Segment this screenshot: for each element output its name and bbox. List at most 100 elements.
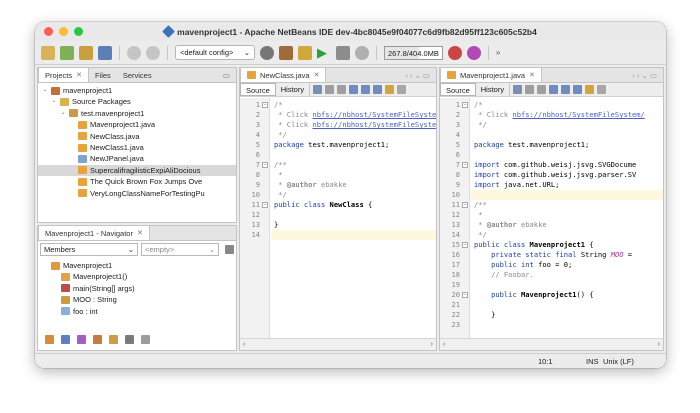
tree-item[interactable]: NewClass1.java: [38, 142, 236, 153]
toggle-highlight-icon[interactable]: [385, 85, 395, 94]
fold-toggle-icon[interactable]: −: [462, 162, 468, 168]
caret-position[interactable]: 10:1: [538, 357, 553, 366]
sort-by-source-icon[interactable]: [141, 335, 150, 344]
tree-item[interactable]: Mavenproject1(): [38, 271, 236, 282]
tree-item[interactable]: SupercalifragilisticExpiAliDocious: [38, 164, 236, 177]
filter-nonpublic-icon[interactable]: [93, 335, 102, 344]
toggle-bookmark-icon[interactable]: [397, 85, 407, 94]
fold-toggle-icon[interactable]: −: [462, 242, 468, 248]
clean-build-icon[interactable]: [298, 45, 312, 60]
debug-icon[interactable]: [336, 45, 350, 60]
close-icon[interactable]: ✕: [314, 71, 320, 79]
close-icon[interactable]: ✕: [76, 71, 82, 79]
fold-toggle-icon[interactable]: −: [262, 102, 268, 108]
run-icon[interactable]: ▶: [317, 46, 331, 60]
minimize-window-button[interactable]: [59, 27, 68, 36]
close-icon[interactable]: ✕: [529, 71, 535, 79]
chevron-down-icon[interactable]: ⌄: [60, 108, 66, 119]
panel-minimize-icon[interactable]: ▭: [217, 68, 236, 82]
source-mode-button[interactable]: Source: [440, 83, 476, 96]
tree-item[interactable]: main(String[] args): [38, 283, 236, 294]
editor-nav-arrows-icon[interactable]: ‹ › ⌄ ▭: [626, 68, 663, 82]
zoom-window-button[interactable]: [74, 27, 83, 36]
new-file-icon[interactable]: [60, 45, 74, 60]
horizontal-scrollbar[interactable]: ‹ ›: [240, 338, 436, 350]
scroll-left-icon[interactable]: ‹: [243, 341, 245, 348]
forward-icon[interactable]: [537, 85, 547, 94]
build-icon[interactable]: [279, 45, 293, 60]
tab-projects[interactable]: Projects ✕: [38, 68, 89, 82]
scroll-right-icon[interactable]: ›: [658, 341, 660, 348]
empty-select[interactable]: <empty> ⌄: [141, 243, 219, 256]
find-selection-icon[interactable]: [349, 85, 359, 94]
back-icon[interactable]: [525, 85, 535, 94]
line-ending[interactable]: Unix (LF): [603, 357, 634, 366]
tree-item[interactable]: NewJPanel.java: [38, 153, 236, 164]
find-selection-icon[interactable]: [549, 85, 559, 94]
fold-toggle-icon[interactable]: −: [462, 202, 468, 208]
find-next-icon[interactable]: [373, 85, 383, 94]
redo-icon[interactable]: [146, 45, 160, 60]
back-icon[interactable]: [325, 85, 335, 94]
tree-item[interactable]: NewClass.java: [38, 131, 236, 142]
tab-mavenproject1-java[interactable]: Mavenproject1.java ✕: [440, 68, 542, 82]
target-icon[interactable]: [260, 45, 274, 60]
tree-item[interactable]: ⌄ Source Packages: [38, 96, 236, 107]
tab-newclass-java[interactable]: NewClass.java ✕: [240, 68, 327, 82]
save-all-icon[interactable]: [98, 45, 112, 60]
new-project-icon[interactable]: [41, 45, 55, 60]
undo-icon[interactable]: [127, 45, 141, 60]
find-previous-icon[interactable]: [361, 85, 371, 94]
toolbar-overflow-button[interactable]: »: [496, 48, 500, 57]
line-number: 12: [251, 210, 260, 219]
last-edit-icon[interactable]: [513, 85, 523, 94]
horizontal-scrollbar[interactable]: ‹ ›: [440, 338, 663, 350]
history-mode-button[interactable]: History: [276, 83, 311, 96]
gc-icon[interactable]: [447, 45, 462, 60]
editor-nav-arrows-icon[interactable]: ‹ › ⌄ ▭: [399, 68, 436, 82]
filter-inherited-icon[interactable]: [45, 335, 54, 344]
tree-item[interactable]: foo : int: [38, 306, 236, 317]
tree-item[interactable]: ⌄ test.mavenproject1: [38, 108, 236, 119]
tab-navigator[interactable]: Mavenproject1 - Navigator ✕: [38, 226, 150, 240]
forward-icon[interactable]: [337, 85, 347, 94]
scroll-left-icon[interactable]: ‹: [443, 341, 445, 348]
open-project-icon[interactable]: [79, 45, 93, 60]
config-select[interactable]: <default config> ⌄: [175, 45, 255, 60]
fold-toggle-icon[interactable]: −: [262, 162, 268, 168]
close-window-button[interactable]: [44, 27, 53, 36]
chevron-down-icon[interactable]: ⌄: [51, 96, 57, 107]
toggle-highlight-icon[interactable]: [585, 85, 595, 94]
fold-toggle-icon[interactable]: −: [462, 102, 468, 108]
source-mode-button[interactable]: Source: [240, 83, 276, 96]
tree-item[interactable]: Mavenproject1: [38, 260, 236, 271]
fold-toggle-icon[interactable]: −: [462, 292, 468, 298]
filter-static-icon[interactable]: [77, 335, 86, 344]
filter-inner-classes-icon[interactable]: [109, 335, 118, 344]
profile-icon[interactable]: [355, 45, 369, 60]
members-select[interactable]: Members ⌄: [40, 243, 138, 256]
tree-item[interactable]: VeryLongClassNameForTestingPu: [38, 188, 236, 199]
code-editor-left[interactable]: 1−/* 2 * Click nbfs://nbhost/SystemFileSy…: [240, 98, 436, 338]
sort-by-name-icon[interactable]: [125, 335, 134, 344]
gc-full-icon[interactable]: [466, 45, 481, 60]
navigator-settings-icon[interactable]: [225, 245, 234, 254]
tree-item[interactable]: Mavenproject1.java: [38, 119, 236, 130]
find-previous-icon[interactable]: [561, 85, 571, 94]
tab-files[interactable]: Files: [89, 68, 117, 82]
filter-fields-icon[interactable]: [61, 335, 70, 344]
history-mode-button[interactable]: History: [476, 83, 511, 96]
chevron-down-icon[interactable]: ⌄: [42, 85, 48, 96]
last-edit-icon[interactable]: [313, 85, 323, 94]
memory-indicator[interactable]: 267.8/404.0MB: [384, 45, 443, 60]
scroll-right-icon[interactable]: ›: [431, 341, 433, 348]
find-next-icon[interactable]: [573, 85, 583, 94]
tree-item[interactable]: The Quick Brown Fox Jumps Ove: [38, 176, 236, 187]
close-icon[interactable]: ✕: [137, 229, 143, 237]
fold-toggle-icon[interactable]: −: [262, 202, 268, 208]
tab-services[interactable]: Services: [117, 68, 158, 82]
tree-item[interactable]: ⌄ mavenproject1: [38, 85, 236, 96]
tree-item[interactable]: MOO : String: [38, 294, 236, 305]
toggle-bookmark-icon[interactable]: [597, 85, 607, 94]
code-editor-right[interactable]: 1−/* 2 * Click nbfs://nbhost/SystemFileSy…: [440, 98, 663, 338]
